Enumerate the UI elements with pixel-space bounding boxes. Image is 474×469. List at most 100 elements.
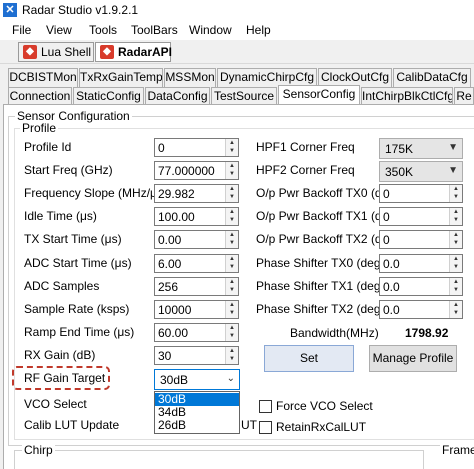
app-icon: ✕ xyxy=(3,3,17,17)
vco-select-label: VCO Select xyxy=(24,397,87,411)
menu-view[interactable]: View xyxy=(46,23,72,37)
menu-bar: File View Tools ToolBars Window Help xyxy=(0,20,474,40)
backoff-tx0-spinner[interactable]: ▲ ▼ xyxy=(449,185,462,202)
spin-down-icon: ▼ xyxy=(453,240,459,246)
tab-txrxgaintemp[interactable]: TxRxGainTemp xyxy=(79,68,163,87)
phase-shifter-tx1-label: Phase Shifter TX1 (deg) xyxy=(256,279,385,293)
adc-start-time-label: ADC Start Time (μs) xyxy=(24,256,132,270)
ramp-end-time-value: 60.00 xyxy=(158,326,189,340)
phase-shifter-tx1-spinner[interactable]: ▲ ▼ xyxy=(449,278,462,295)
backoff-tx1-spinner[interactable]: ▲ ▼ xyxy=(449,208,462,225)
ramp-end-time-spinner[interactable]: ▲ ▼ xyxy=(225,324,238,341)
tx-start-time-value: 0.00 xyxy=(158,233,182,247)
backoff-tx2-label: O/p Pwr Backoff TX2 (dB) xyxy=(256,232,394,246)
spin-up-icon: ▲ xyxy=(453,186,459,192)
spin-down-icon: ▼ xyxy=(453,217,459,223)
rx-gain-input[interactable]: 30 ▲ ▼ xyxy=(154,346,239,365)
adc-samples-input[interactable]: 256 ▲ ▼ xyxy=(154,277,239,296)
tab-sensorconfig[interactable]: SensorConfig xyxy=(278,85,360,106)
tab-dcbistmon[interactable]: DCBISTMon xyxy=(8,68,78,87)
spin-up-icon: ▲ xyxy=(229,279,235,285)
tab-calibdatacfg[interactable]: CalibDataCfg xyxy=(393,68,471,87)
start-freq-spinner[interactable]: ▲ ▼ xyxy=(225,162,238,179)
retain-rx-cal-lut-label: RetainRxCalLUT xyxy=(276,420,367,434)
profile-id-spinner[interactable]: ▲ ▼ xyxy=(225,139,238,156)
hpf2-corner-freq-select[interactable]: 350K ▼ xyxy=(379,161,463,182)
adc-start-time-spinner[interactable]: ▲ ▼ xyxy=(225,255,238,272)
doc-tab-radarapi[interactable]: ◆ RadarAPI xyxy=(95,42,172,62)
profile-id-label: Profile Id xyxy=(24,140,72,154)
phase-shifter-tx1-value: 0.0 xyxy=(383,280,400,294)
doc-tab-lua-shell[interactable]: ◆ Lua Shell xyxy=(18,42,94,62)
title-bar: ✕ Radar Studio v1.9.2.1 xyxy=(0,0,474,20)
phase-shifter-tx1-input[interactable]: 0.0 ▲ ▼ xyxy=(379,277,463,296)
start-freq-input[interactable]: 77.000000 ▲ ▼ xyxy=(154,161,239,180)
menu-toolbars[interactable]: ToolBars xyxy=(131,23,178,37)
phase-shifter-tx2-spinner[interactable]: ▲ ▼ xyxy=(449,301,462,318)
spin-up-icon: ▲ xyxy=(453,256,459,262)
spin-down-icon: ▼ xyxy=(229,287,235,293)
adc-samples-value: 256 xyxy=(158,280,179,294)
backoff-tx2-input[interactable]: 0 ▲ ▼ xyxy=(379,230,463,249)
adc-start-time-input[interactable]: 6.00 ▲ ▼ xyxy=(154,254,239,273)
calib-lut-suffix: UT xyxy=(241,418,257,432)
spin-down-icon: ▼ xyxy=(229,310,235,316)
phase-shifter-tx0-spinner[interactable]: ▲ ▼ xyxy=(449,255,462,272)
sample-rate-spinner[interactable]: ▲ ▼ xyxy=(225,301,238,318)
idle-time-spinner[interactable]: ▲ ▼ xyxy=(225,208,238,225)
spin-down-icon: ▼ xyxy=(453,310,459,316)
ramp-end-time-input[interactable]: 60.00 ▲ ▼ xyxy=(154,323,239,342)
backoff-tx0-input[interactable]: 0 ▲ ▼ xyxy=(379,184,463,203)
idle-time-label: Idle Time (μs) xyxy=(24,209,97,223)
menu-help[interactable]: Help xyxy=(246,23,271,37)
menu-tools[interactable]: Tools xyxy=(89,23,117,37)
hpf1-corner-freq-select[interactable]: 175K ▼ xyxy=(379,138,463,159)
force-vco-select-label: Force VCO Select xyxy=(276,399,373,413)
spin-up-icon: ▲ xyxy=(453,302,459,308)
spin-up-icon: ▲ xyxy=(229,302,235,308)
adc-start-time-value: 6.00 xyxy=(158,257,182,271)
profile-title: Profile xyxy=(20,121,59,135)
set-button[interactable]: Set xyxy=(264,345,354,372)
manage-profile-button[interactable]: Manage Profile xyxy=(369,345,457,372)
idle-time-input[interactable]: 100.00 ▲ ▼ xyxy=(154,207,239,226)
tab-mssmon[interactable]: MSSMon xyxy=(164,68,216,87)
radarapi-icon: ◆ xyxy=(100,45,114,59)
backoff-tx2-spinner[interactable]: ▲ ▼ xyxy=(449,231,462,248)
backoff-tx1-value: 0 xyxy=(383,210,390,224)
spin-down-icon: ▼ xyxy=(229,356,235,362)
menu-window[interactable]: Window xyxy=(189,23,232,37)
tx-start-time-spinner[interactable]: ▲ ▼ xyxy=(225,231,238,248)
rf-gain-target-label: RF Gain Target xyxy=(24,371,106,385)
rf-gain-target-select[interactable]: 30dB ⌄ xyxy=(154,369,240,390)
spin-down-icon: ▼ xyxy=(229,333,235,339)
hpf1-value: 175K xyxy=(385,142,414,156)
spin-up-icon: ▲ xyxy=(229,325,235,331)
start-freq-label: Start Freq (GHz) xyxy=(24,163,113,177)
chevron-down-icon: ⌄ xyxy=(226,373,235,384)
tab-row-1: DCBISTMon TxRxGainTemp MSSMon DynamicChi… xyxy=(0,68,474,87)
spin-up-icon: ▲ xyxy=(453,209,459,215)
adc-samples-spinner[interactable]: ▲ ▼ xyxy=(225,278,238,295)
frequency-slope-value: 29.982 xyxy=(158,187,195,201)
spin-down-icon: ▼ xyxy=(453,264,459,270)
rx-gain-spinner[interactable]: ▲ ▼ xyxy=(225,347,238,364)
phase-shifter-tx0-input[interactable]: 0.0 ▲ ▼ xyxy=(379,254,463,273)
profile-id-value: 0 xyxy=(158,141,165,155)
frequency-slope-spinner[interactable]: ▲ ▼ xyxy=(225,185,238,202)
retain-rx-cal-lut-checkbox[interactable] xyxy=(259,421,272,434)
menu-file[interactable]: File xyxy=(12,23,31,37)
phase-shifter-tx2-input[interactable]: 0.0 ▲ ▼ xyxy=(379,300,463,319)
phase-shifter-tx0-value: 0.0 xyxy=(383,257,400,271)
sample-rate-input[interactable]: 10000 ▲ ▼ xyxy=(154,300,239,319)
force-vco-select-checkbox[interactable] xyxy=(259,400,272,413)
profile-id-input[interactable]: 0 ▲ ▼ xyxy=(154,138,239,157)
tx-start-time-input[interactable]: 0.00 ▲ ▼ xyxy=(154,230,239,249)
dropdown-option-26db[interactable]: 26dB xyxy=(155,419,239,432)
sample-rate-value: 10000 xyxy=(158,303,192,317)
backoff-tx1-input[interactable]: 0 ▲ ▼ xyxy=(379,207,463,226)
frequency-slope-input[interactable]: 29.982 ▲ ▼ xyxy=(154,184,239,203)
spin-down-icon: ▼ xyxy=(229,240,235,246)
spin-up-icon: ▲ xyxy=(229,348,235,354)
phase-shifter-tx2-label: Phase Shifter TX2 (deg) xyxy=(256,302,385,316)
